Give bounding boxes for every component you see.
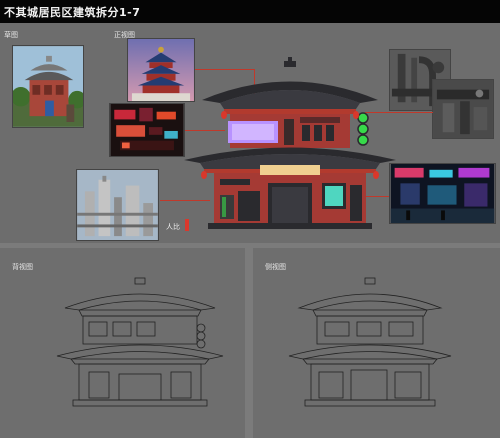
back-view-label: 背视图 [12,263,33,271]
machinery-reference-image [432,79,494,139]
side-view-line-drawing [285,276,455,416]
neon-shop-reference-image [109,103,185,157]
main-building-render [180,55,400,235]
round-red-building-illustration [13,46,83,127]
back-view-line-drawing [55,276,225,416]
sketch-label: 草图 [4,31,18,39]
title-bar: 不其城居民区建筑拆分1-7 [0,0,500,23]
scale-label: 人比 [166,223,180,231]
side-view-label: 侧视图 [265,263,286,271]
page-title: 不其城居民区建筑拆分1-7 [4,6,141,19]
refinery-reference-image [76,169,159,241]
sketch-reference-image [12,45,84,128]
neon-street-reference-image [389,163,496,224]
